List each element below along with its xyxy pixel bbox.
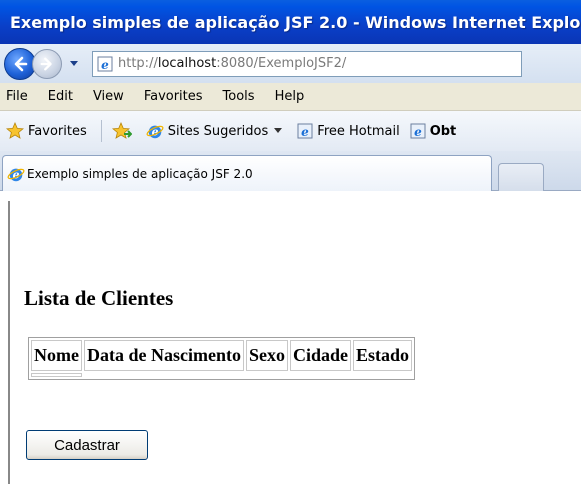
- forward-arrow-icon: [40, 57, 52, 70]
- column-header-data-de-nascimento: Data de Nascimento: [83, 340, 244, 371]
- cadastrar-button[interactable]: Cadastrar: [26, 430, 148, 460]
- menu-file[interactable]: File: [6, 89, 28, 104]
- filler-cell: [246, 373, 288, 377]
- tab-active[interactable]: e Exemplo simples de aplicação JSF 2.0: [2, 155, 492, 191]
- window-title: Exemplo simples de aplicação JSF 2.0 - W…: [10, 12, 581, 32]
- table-footer-row: [31, 373, 412, 377]
- column-header-estado: Estado: [352, 340, 412, 371]
- forward-button[interactable]: [32, 48, 62, 79]
- back-arrow-icon: [14, 56, 28, 71]
- filler-cell: [84, 373, 244, 377]
- fav-sites-sugeridos[interactable]: e Sites Sugeridos: [146, 122, 288, 140]
- fav-free-hotmail[interactable]: e Free Hotmail: [297, 123, 400, 139]
- column-header-sexo: Sexo: [245, 340, 288, 371]
- column-header-cidade: Cidade: [289, 340, 351, 371]
- svg-text:e: e: [414, 125, 422, 139]
- page-icon: e: [410, 123, 426, 139]
- star-icon: [6, 122, 24, 139]
- window-title-bar: e Exemplo simples de aplicação JSF 2.0 -…: [0, 0, 581, 44]
- filler-cell: [353, 373, 412, 377]
- new-tab-button[interactable]: [498, 163, 544, 191]
- history-dropdown-button[interactable]: [68, 58, 80, 70]
- column-header-nome: Nome: [31, 340, 82, 371]
- menu-edit[interactable]: Edit: [48, 89, 73, 104]
- favorites-bar: Favorites e Sites Sugeridos e Free Hotma…: [0, 111, 581, 151]
- address-url: http://localhost:8080/ExemploJSF2/: [118, 56, 347, 71]
- menu-favorites[interactable]: Favorites: [144, 89, 203, 104]
- ie-page-icon: e: [97, 56, 113, 72]
- ie-icon: e: [7, 168, 25, 181]
- page-title: Lista de Clientes: [24, 286, 174, 310]
- fav-obt[interactable]: e Obt: [410, 123, 457, 139]
- tab-bar: e Exemplo simples de aplicação JSF 2.0: [0, 151, 581, 191]
- svg-text:e: e: [301, 125, 309, 139]
- empty-cell: [31, 373, 82, 377]
- menu-help[interactable]: Help: [275, 89, 305, 104]
- add-favorite-button[interactable]: [111, 122, 136, 140]
- chevron-down-icon: [274, 128, 283, 133]
- menu-bar: File Edit View Favorites Tools Help: [0, 83, 581, 111]
- address-field[interactable]: e http://localhost:8080/ExemploJSF2/: [92, 50, 522, 77]
- table-header-row: Nome Data de Nascimento Sexo Cidade Esta…: [31, 340, 412, 371]
- favorites-button[interactable]: Favorites: [6, 122, 87, 140]
- menu-view[interactable]: View: [93, 89, 124, 104]
- fav-obt-label: Obt: [429, 123, 457, 139]
- chevron-down-icon: [70, 60, 78, 66]
- fav-free-hotmail-label: Free Hotmail: [317, 123, 400, 139]
- favorites-label: Favorites: [28, 123, 87, 139]
- ie-icon: e: [146, 126, 164, 139]
- navigation-bar: e http://localhost:8080/ExemploJSF2/: [0, 44, 581, 83]
- tab-active-label: Exemplo simples de aplicação JSF 2.0: [27, 166, 253, 181]
- menu-tools[interactable]: Tools: [223, 89, 255, 104]
- clientes-table: Nome Data de Nascimento Sexo Cidade Esta…: [28, 337, 415, 380]
- svg-text:e: e: [101, 58, 109, 72]
- add-to-favorites-icon: [111, 122, 132, 139]
- favorites-separator: [100, 120, 102, 142]
- page-content: Lista de Clientes Nome Data de Nasciment…: [8, 201, 581, 484]
- filler-cell: [290, 373, 351, 377]
- fav-sites-sugeridos-label: Sites Sugeridos: [167, 123, 269, 139]
- page-icon: e: [297, 123, 313, 139]
